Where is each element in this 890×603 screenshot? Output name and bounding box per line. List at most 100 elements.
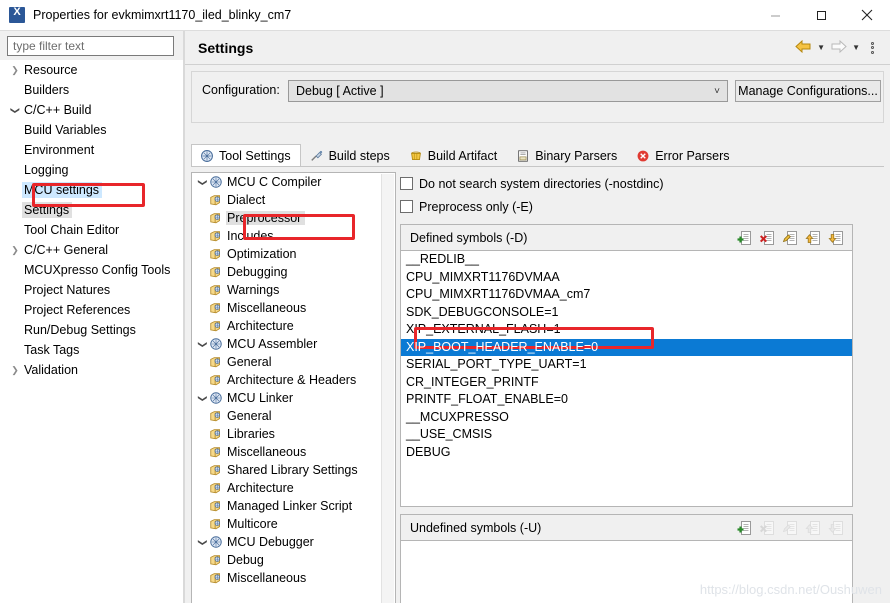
tool-tree-item-mcu-linker[interactable]: ❯ MCU Linker: [192, 389, 395, 407]
sidebar-item-builders[interactable]: Builders: [0, 80, 183, 100]
defined-symbols-list[interactable]: __REDLIB__ CPU_MIMXRT1176DVMAA CPU_MIMXRT1…: [401, 251, 852, 506]
tab-error-parsers[interactable]: Error Parsers: [627, 144, 739, 167]
back-history-chevron-down-icon[interactable]: ▼: [814, 43, 828, 52]
sidebar-item-environment[interactable]: Environment: [0, 140, 183, 160]
tool-tree-item-libraries[interactable]: Libraries: [192, 425, 395, 443]
sidebar-item-label: Project Natures: [24, 283, 111, 297]
tab-binary-parsers[interactable]: Binary Parsers: [507, 144, 627, 167]
tool-tree-item-architecture-headers[interactable]: Architecture & Headers: [192, 371, 395, 389]
tool-tree-item-dialect[interactable]: Dialect: [192, 191, 395, 209]
defined-symbol-row[interactable]: __USE_CMSIS: [401, 426, 852, 444]
tool-tree-item-miscellaneous[interactable]: Miscellaneous: [192, 299, 395, 317]
back-arrow-icon[interactable]: [795, 39, 812, 56]
chevron-right-icon[interactable]: ❯: [8, 65, 22, 75]
defined-symbol-text: SERIAL_PORT_TYPE_UART=1: [406, 357, 587, 371]
checkbox-row-preprocess-only[interactable]: Preprocess only (-E): [400, 196, 533, 217]
vertical-dots-icon[interactable]: [865, 41, 880, 54]
tool-tree-item-mcu-c-compiler[interactable]: ❯ MCU C Compiler: [192, 173, 395, 191]
tab-build-artifact[interactable]: Build Artifact: [400, 144, 507, 167]
chevron-down-icon[interactable]: ❯: [197, 392, 208, 405]
chevron-right-icon[interactable]: ❯: [8, 245, 22, 255]
defined-symbol-selected-row[interactable]: XIP_BOOT_HEADER_ENABLE=0: [401, 339, 852, 357]
tab-tool-settings[interactable]: Tool Settings: [191, 144, 301, 167]
filter-input[interactable]: type filter text: [7, 36, 174, 56]
sidebar-item-run-debug-settings[interactable]: Run/Debug Settings: [0, 320, 183, 340]
defined-symbols-move-up-icon[interactable]: [805, 230, 821, 246]
chevron-down-icon[interactable]: ❯: [11, 103, 21, 117]
sidebar-item-c-c-general[interactable]: ❯ C/C++ General: [0, 240, 183, 260]
properties-nav-tree[interactable]: ❯ Resource Builders ❯ C/C++ Build Build Varia…: [0, 60, 183, 603]
defined-symbols-move-down-icon[interactable]: [828, 230, 844, 246]
sidebar-item-resource[interactable]: ❯ Resource: [0, 60, 183, 80]
sidebar-item-logging[interactable]: Logging: [0, 160, 183, 180]
tool-tree-item-optimization[interactable]: Optimization: [192, 245, 395, 263]
tool-tree-item-warnings[interactable]: Warnings: [192, 281, 395, 299]
configuration-select[interactable]: Debug [ Active ] ˅: [288, 80, 728, 102]
chevron-down-icon[interactable]: ❯: [197, 536, 208, 549]
minimize-button[interactable]: [752, 0, 798, 31]
preprocess-only-checkbox[interactable]: [400, 200, 413, 213]
tool-tree-item-debug[interactable]: Debug: [192, 551, 395, 569]
tool-tree-item-includes[interactable]: Includes: [192, 227, 395, 245]
defined-symbol-row[interactable]: DEBUG: [401, 444, 852, 462]
tool-tree-item-debugging[interactable]: Debugging: [192, 263, 395, 281]
defined-symbol-row[interactable]: PRINTF_FLOAT_ENABLE=0: [401, 391, 852, 409]
close-button[interactable]: [844, 0, 890, 31]
page-icon: [209, 499, 226, 513]
tool-settings-tree[interactable]: ❯ MCU C Compiler Dialect Preprocessor Includ…: [191, 172, 396, 603]
defined-symbol-row[interactable]: CR_INTEGER_PRINTF: [401, 374, 852, 392]
tool-tree-item-label: Miscellaneous: [227, 571, 307, 585]
defined-symbol-row[interactable]: __REDLIB__: [401, 251, 852, 269]
tool-tree-item-architecture[interactable]: Architecture: [192, 479, 395, 497]
defined-symbol-text: CR_INTEGER_PRINTF: [406, 374, 539, 389]
sidebar-item-validation[interactable]: ❯ Validation: [0, 360, 183, 380]
maximize-button[interactable]: [798, 0, 844, 31]
tab-build-steps[interactable]: Build steps: [301, 144, 400, 167]
tool-tree-item-general[interactable]: General: [192, 407, 395, 425]
sidebar-item-task-tags[interactable]: Task Tags: [0, 340, 183, 360]
undefined-symbols-add-icon[interactable]: [736, 520, 752, 536]
chevron-down-icon[interactable]: ❯: [197, 176, 208, 189]
checkbox-row-nostdinc[interactable]: Do not search system directories (-nostd…: [400, 173, 664, 194]
defined-symbols-add-icon[interactable]: [736, 230, 752, 246]
defined-symbol-row[interactable]: __MCUXPRESSO: [401, 409, 852, 427]
tool-tree-item-label: Optimization: [227, 247, 297, 261]
tool-tree-item-architecture[interactable]: Architecture: [192, 317, 395, 335]
tool-tree-item-shared-library-settings[interactable]: Shared Library Settings: [192, 461, 395, 479]
chevron-down-icon: ˅: [714, 85, 720, 97]
defined-symbol-row[interactable]: SDK_DEBUGCONSOLE=1: [401, 304, 852, 322]
sidebar-item-project-references[interactable]: Project References: [0, 300, 183, 320]
sidebar-item-label: C/C++ General: [24, 243, 109, 257]
page-nav-icons: ▼ ▼: [795, 39, 880, 56]
defined-symbol-row[interactable]: XIP_EXTERNAL_FLASH=1: [401, 321, 852, 339]
sidebar-item-mcu-settings[interactable]: MCU settings: [0, 180, 183, 200]
sidebar-item-project-natures[interactable]: Project Natures: [0, 280, 183, 300]
build-steps-icon: [310, 149, 324, 163]
tool-tree-item-mcu-debugger[interactable]: ❯ MCU Debugger: [192, 533, 395, 551]
tool-tree-item-multicore[interactable]: Multicore: [192, 515, 395, 533]
tool-tree-item-miscellaneous[interactable]: Miscellaneous: [192, 569, 395, 587]
tool-tree-item-mcu-assembler[interactable]: ❯ MCU Assembler: [192, 335, 395, 353]
sidebar-item-mcuxpresso-config-tools[interactable]: MCUXpresso Config Tools: [0, 260, 183, 280]
chevron-right-icon[interactable]: ❯: [8, 365, 22, 375]
manage-configurations-button[interactable]: Manage Configurations...: [735, 80, 881, 102]
defined-symbols-edit-icon[interactable]: [782, 230, 798, 246]
forward-history-chevron-down-icon[interactable]: ▼: [849, 43, 863, 52]
sidebar-item-settings[interactable]: Settings: [0, 200, 183, 220]
tool-tree-item-miscellaneous[interactable]: Miscellaneous: [192, 443, 395, 461]
nostdinc-checkbox[interactable]: [400, 177, 413, 190]
defined-symbol-row[interactable]: SERIAL_PORT_TYPE_UART=1: [401, 356, 852, 374]
defined-symbol-row[interactable]: CPU_MIMXRT1176DVMAA_cm7: [401, 286, 852, 304]
page-icon: [209, 301, 226, 315]
sidebar-item-c-c-build[interactable]: ❯ C/C++ Build: [0, 100, 183, 120]
tool-tree-scrollbar[interactable]: [381, 174, 394, 603]
sidebar-item-build-variables[interactable]: Build Variables: [0, 120, 183, 140]
defined-symbol-row[interactable]: CPU_MIMXRT1176DVMAA: [401, 269, 852, 287]
tool-tree-item-preprocessor[interactable]: Preprocessor: [192, 209, 395, 227]
tool-tree-item-general[interactable]: General: [192, 353, 395, 371]
sidebar-item-tool-chain-editor[interactable]: Tool Chain Editor: [0, 220, 183, 240]
tool-tree-item-managed-linker-script[interactable]: Managed Linker Script: [192, 497, 395, 515]
chevron-down-icon[interactable]: ❯: [197, 338, 208, 351]
defined-symbols-delete-icon[interactable]: [759, 230, 775, 246]
sidebar-item-label: Resource: [24, 63, 78, 77]
